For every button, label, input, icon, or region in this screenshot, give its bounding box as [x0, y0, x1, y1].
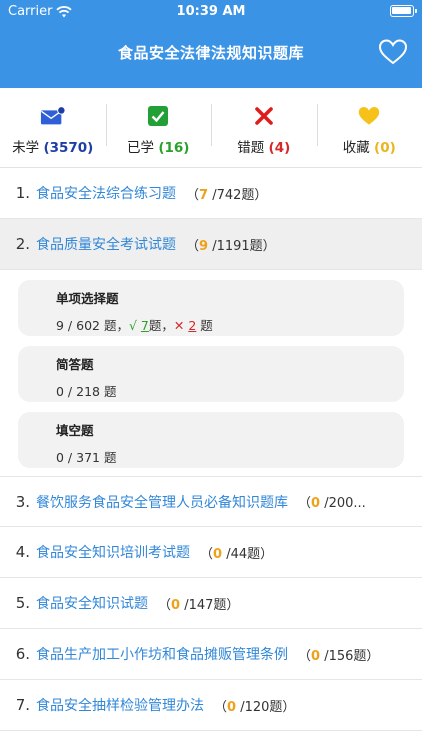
item-number: 3. — [15, 492, 30, 511]
item-number: 4. — [15, 543, 30, 561]
item-number: 7. — [15, 696, 30, 714]
subsection-title: 简答题 — [56, 357, 94, 372]
stat-count: (0) — [374, 140, 396, 156]
app-header: Carrier 10:39 AM 食品安全法律法规知识题库 — [0, 0, 422, 88]
favorite-heart-icon[interactable] — [378, 38, 408, 66]
heart-icon — [356, 104, 382, 128]
subsection-progress: 9 / 602 题，√ 7题，✕ 2 题 — [56, 318, 213, 333]
stat-learned[interactable]: 已学 (16) — [105, 88, 212, 167]
item-title: 食品质量安全考试试题 — [36, 237, 176, 253]
item-count: （0 /156题） — [298, 648, 380, 664]
list-item[interactable]: 2. 食品质量安全考试试题 （9 /1191题） — [0, 219, 422, 270]
subsection-title: 单项选择题 — [56, 291, 119, 306]
subsection-progress: 0 / 218 题 — [56, 384, 117, 399]
list-item[interactable]: 4. 食品安全知识培训考试题 （0 /44题） — [0, 527, 422, 578]
checkbox-icon — [145, 104, 171, 128]
status-time: 10:39 AM — [176, 4, 246, 19]
item-title: 食品安全知识试题 — [36, 596, 148, 612]
stat-label: 未学 — [12, 140, 40, 156]
stat-label: 错题 — [237, 140, 265, 156]
item-count: （9 /1191题） — [186, 238, 276, 254]
item-number: 5. — [15, 594, 30, 612]
item-number: 2. — [15, 235, 30, 253]
stat-count: (16) — [158, 140, 190, 156]
stat-count: (4) — [268, 140, 291, 156]
list-item[interactable]: 3. 餐饮服务食品安全管理人员必备知识题库 （0 /200... — [0, 476, 422, 527]
item-count: （0 /147题） — [158, 597, 240, 613]
item-title: 餐饮服务食品安全管理人员必备知识题库 — [36, 494, 288, 511]
page-title: 食品安全法律法规知识题库 — [117, 44, 304, 62]
stat-label: 已学 — [127, 140, 155, 156]
stat-favorites[interactable]: 收藏 (0) — [316, 88, 422, 167]
subsection-progress: 0 / 371 题 — [56, 450, 117, 465]
subsection-single-choice[interactable]: 单项选择题 9 / 602 题，√ 7题，✕ 2 题 — [18, 280, 404, 336]
item-count: （0 /44题） — [200, 546, 274, 562]
battery-icon — [390, 5, 417, 17]
stat-text: 错题 (4) — [237, 136, 290, 156]
list-item[interactable]: 6. 食品生产加工小作坊和食品摊贩管理条例 （0 /156题） — [0, 629, 422, 680]
item-title: 食品安全知识培训考试题 — [36, 545, 190, 561]
question-bank-list: 1. 食品安全法综合练习题 （7 /742题） 2. 食品质量安全考试试题 （9… — [0, 168, 422, 731]
item-count: （0 /120题） — [214, 699, 296, 715]
subsection-title: 填空题 — [56, 423, 94, 438]
stat-unlearned[interactable]: 未学 (3570) — [0, 88, 106, 167]
subsection-short-answer[interactable]: 简答题 0 / 218 题 — [18, 346, 404, 402]
item-title: 食品安全法综合练习题 — [36, 186, 176, 202]
item-count: （0 /200... — [298, 496, 366, 511]
stats-bar: 未学 (3570) 已学 (16) 错题 (4) 收藏 (0) — [0, 88, 422, 168]
item-number: 6. — [15, 645, 30, 663]
item-number: 1. — [15, 184, 30, 202]
stat-wrong[interactable]: 错题 (4) — [211, 88, 317, 167]
list-item[interactable]: 1. 食品安全法综合练习题 （7 /742题） — [0, 168, 422, 219]
stat-text: 未学 (3570) — [12, 136, 93, 156]
subsection-fill-blank[interactable]: 填空题 0 / 371 题 — [18, 412, 404, 468]
stat-text: 收藏 (0) — [343, 136, 396, 156]
stat-count: (3570) — [43, 140, 94, 156]
envelope-icon — [40, 104, 66, 128]
cross-icon — [251, 104, 277, 128]
stat-label: 收藏 — [342, 140, 370, 156]
stat-text: 已学 (16) — [127, 136, 189, 156]
item-title: 食品安全抽样检验管理办法 — [36, 698, 204, 714]
item-title: 食品生产加工小作坊和食品摊贩管理条例 — [36, 647, 288, 663]
status-bar: Carrier 10:39 AM — [0, 0, 422, 24]
list-item[interactable]: 5. 食品安全知识试题 （0 /147题） — [0, 578, 422, 629]
list-item[interactable]: 7. 食品安全抽样检验管理办法 （0 /120题） — [0, 680, 422, 731]
item-count: （7 /742题） — [186, 187, 268, 203]
